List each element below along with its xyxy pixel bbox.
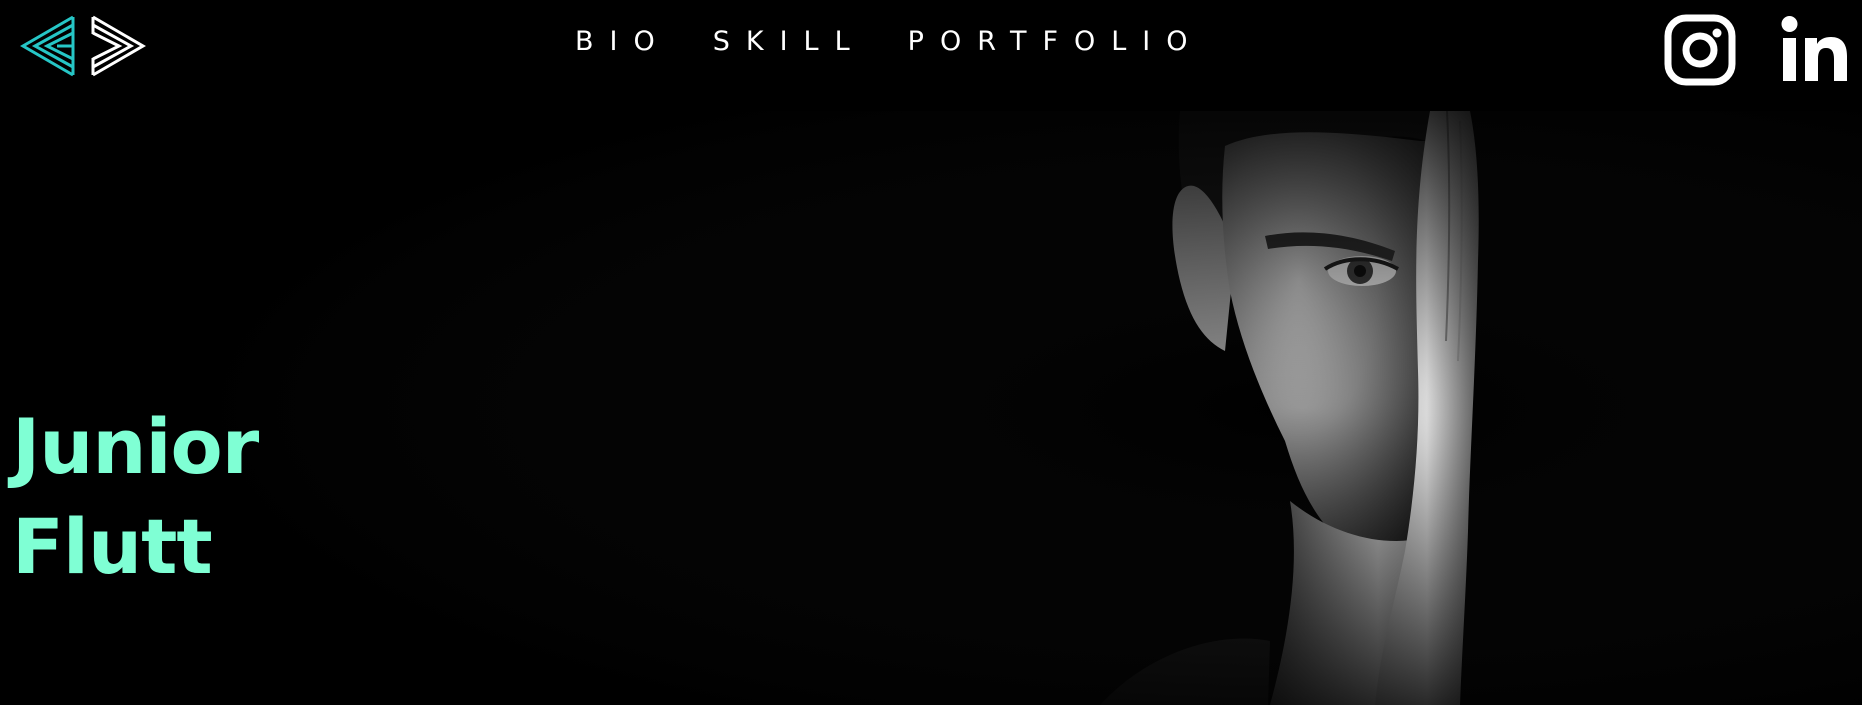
hero-portrait-image <box>0 111 1862 705</box>
nav-skill[interactable]: SKILL <box>713 26 866 57</box>
nav-portfolio[interactable]: PORTFOLIO <box>908 26 1204 57</box>
site-header: BIO SKILL PORTFOLIO <box>0 0 1862 111</box>
page: BIO SKILL PORTFOLIO Junior Flutt <box>0 0 1862 705</box>
main-nav: BIO SKILL PORTFOLIO <box>575 26 1204 57</box>
instagram-icon[interactable] <box>1664 14 1736 86</box>
headline-line-1: Junior <box>12 402 259 491</box>
hero-section: Junior Flutt <box>0 111 1862 705</box>
linkedin-icon[interactable] <box>1779 14 1849 84</box>
brand-logo[interactable] <box>17 14 149 78</box>
hero-headline: Junior Flutt <box>12 397 259 597</box>
headline-line-2: Flutt <box>12 502 213 591</box>
nav-bio[interactable]: BIO <box>575 26 671 57</box>
